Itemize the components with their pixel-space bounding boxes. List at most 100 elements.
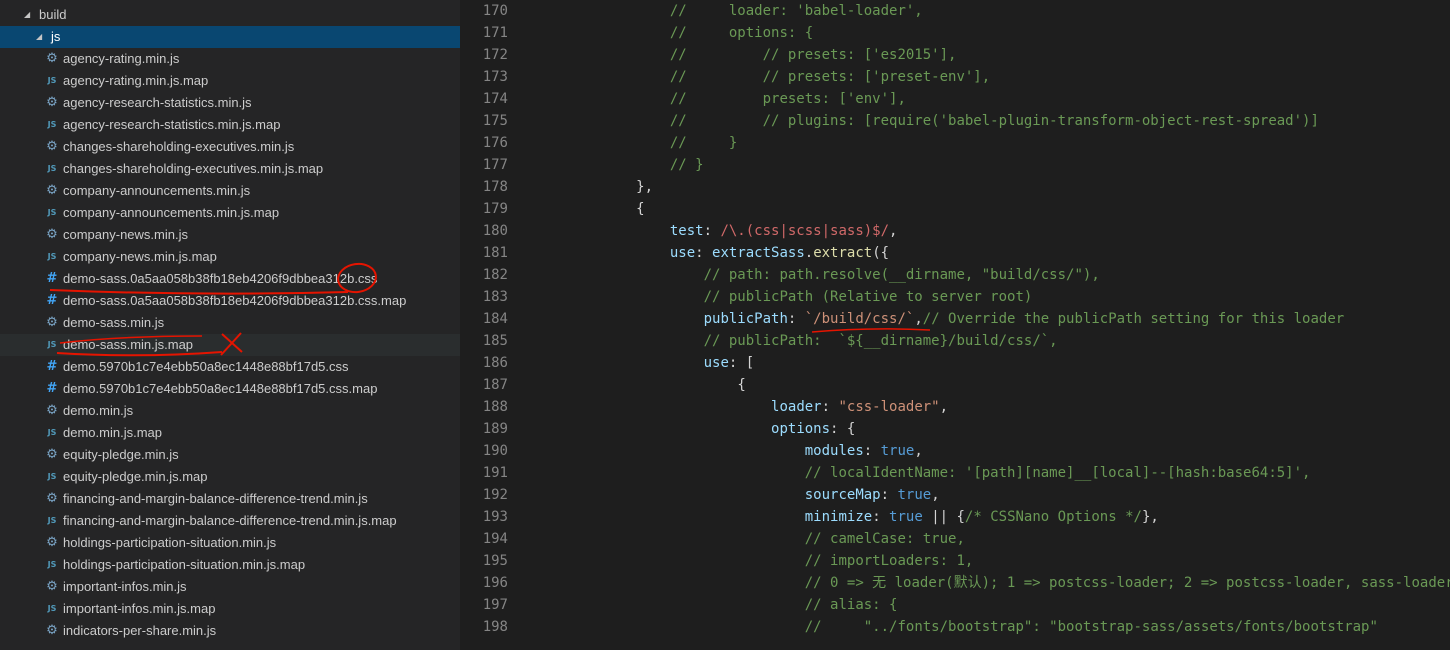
file-item[interactable]: ⚙ holdings-participation-situation.min.js (0, 532, 460, 554)
file-name: holdings-participation-situation.min.js (63, 535, 277, 550)
code-line[interactable]: 190 modules: true, (460, 440, 1450, 462)
file-item[interactable]: # demo-sass.0a5aa058b38fb18eb4206f9dbbea3… (0, 290, 460, 312)
code-line[interactable]: 197 // alias: { (460, 594, 1450, 616)
js-icon: JS (47, 76, 57, 85)
file-item[interactable]: ⚙ equity-pledge.min.js (0, 444, 460, 466)
file-item[interactable]: ⚙ demo.min.js (0, 400, 460, 422)
code-token: extractSass (712, 245, 805, 261)
gear-icon: ⚙ (46, 227, 58, 242)
file-item[interactable]: JS demo.min.js.map (0, 422, 460, 444)
code-token: // options: { (669, 25, 814, 41)
file-item[interactable]: # demo.5970b1c7e4ebb50a8ec1448e88bf17d5.c… (0, 356, 460, 378)
code-line[interactable]: 195 // importLoaders: 1, (460, 550, 1450, 572)
code-line[interactable]: 172 // // presets: ['es2015'], (460, 44, 1450, 66)
code-line[interactable]: 177 // } (460, 154, 1450, 176)
chevron-down-icon[interactable]: ◢ (36, 26, 42, 48)
code-token: { (636, 201, 645, 217)
code-text: sourceMap: true, (805, 484, 940, 506)
code-token: minimize (804, 509, 873, 525)
tree-folder-build[interactable]: ◢ build (0, 4, 460, 26)
file-item[interactable]: JS agency-research-statistics.min.js.map (0, 114, 460, 136)
file-item[interactable]: JS equity-pledge.min.js.map (0, 466, 460, 488)
code-text: loader: "css-loader", (771, 396, 948, 418)
code-line[interactable]: 185 // publicPath: `${__dirname}/build/cs… (460, 330, 1450, 352)
code-line[interactable]: 182 // path: path.resolve(__dirname, "bui… (460, 264, 1450, 286)
file-item[interactable]: # demo.5970b1c7e4ebb50a8ec1448e88bf17d5.c… (0, 378, 460, 400)
file-name: indicators-per-share.min.js (63, 623, 217, 638)
line-number: 188 (482, 399, 508, 415)
file-item[interactable]: JS holdings-participation-situation.min.j… (0, 554, 460, 576)
file-item[interactable]: ⚙ company-news.min.js (0, 224, 460, 246)
code-line[interactable]: 189 options: { (460, 418, 1450, 440)
code-line[interactable]: 179 { (460, 198, 1450, 220)
file-item[interactable]: ⚙ financing-and-margin-balance-difference… (0, 488, 460, 510)
code-text: options: { (771, 418, 855, 440)
code-line[interactable]: 174 // presets: ['env'], (460, 88, 1450, 110)
file-item[interactable]: ⚙ agency-rating.min.js (0, 48, 460, 70)
line-number: 189 (482, 421, 508, 437)
code-line[interactable]: 171 // options: { (460, 22, 1450, 44)
code-line[interactable]: 183 // publicPath (Relative to server roo… (460, 286, 1450, 308)
code-line[interactable]: 180 test: /\.(css|scss|sass)$/, (460, 220, 1450, 242)
code-line[interactable]: 173 // // presets: ['preset-env'], (460, 66, 1450, 88)
code-line[interactable]: 184 publicPath: `/build/css/`,// Override… (460, 308, 1450, 330)
file-item[interactable]: ⚙ indicators-per-share.min.js (0, 620, 460, 642)
file-item[interactable]: ⚙ important-infos.min.js (0, 576, 460, 598)
line-number: 173 (482, 69, 508, 85)
file-item[interactable]: JS agency-rating.min.js.map (0, 70, 460, 92)
code-line[interactable]: 196 // 0 => 无 loader(默认); 1 => postcss-lo… (460, 572, 1450, 594)
code-line[interactable]: 191 // localIdentName: '[path][name]__[lo… (460, 462, 1450, 484)
code-token: `/build/css/` (804, 311, 915, 327)
file-item[interactable]: JS company-news.min.js.map (0, 246, 460, 268)
file-name: changes-shareholding-executives.min.js (63, 139, 295, 154)
code-token: : (872, 509, 890, 525)
file-item[interactable]: JS financing-and-margin-balance-differenc… (0, 510, 460, 532)
code-token: // } (669, 135, 738, 151)
code-text: // localIdentName: '[path][name]__[local… (805, 462, 1311, 484)
file-item[interactable]: JS important-infos.min.js.map (0, 598, 460, 620)
code-line[interactable]: 186 use: [ (460, 352, 1450, 374)
file-item[interactable]: ⚙ company-announcements.min.js (0, 180, 460, 202)
chevron-down-icon[interactable]: ◢ (24, 4, 30, 26)
code-line[interactable]: 175 // // plugins: [require('babel-plugin… (460, 110, 1450, 132)
js-icon: JS (47, 428, 57, 437)
code-editor[interactable]: 170 // loader: 'babel-loader', 171 // optio… (460, 0, 1450, 650)
file-item[interactable]: JS changes-shareholding-executives.min.js… (0, 158, 460, 180)
code-line[interactable]: 181 use: extractSass.extract({ (460, 242, 1450, 264)
code-token: publicPath (703, 311, 788, 327)
code-text: test: /\.(css|scss|sass)$/, (670, 220, 898, 242)
code-token: ({ (872, 245, 890, 261)
gear-icon: ⚙ (46, 535, 58, 550)
file-name: demo.min.js (63, 403, 134, 418)
file-item[interactable]: ⚙ changes-shareholding-executives.min.js (0, 136, 460, 158)
code-token: }, (636, 179, 654, 195)
file-name: changes-shareholding-executives.min.js.m… (63, 161, 324, 176)
file-item[interactable]: ⚙ demo-sass.min.js (0, 312, 460, 334)
line-number: 190 (482, 443, 508, 459)
code-line[interactable]: 170 // loader: 'babel-loader', (460, 0, 1450, 22)
file-item[interactable]: ⚙ agency-research-statistics.min.js (0, 92, 460, 114)
gear-icon: ⚙ (46, 183, 58, 198)
file-item[interactable]: # demo-sass.0a5aa058b38fb18eb4206f9dbbea3… (0, 268, 460, 290)
code-text: // loader: 'babel-loader', (670, 0, 923, 22)
code-line[interactable]: 193 minimize: true || {/* CSSNano Options… (460, 506, 1450, 528)
code-line[interactable]: 188 loader: "css-loader", (460, 396, 1450, 418)
file-item[interactable]: JS company-announcements.min.js.map (0, 202, 460, 224)
code-line[interactable]: 194 // camelCase: true, (460, 528, 1450, 550)
line-number: 175 (482, 113, 508, 129)
code-token: options (771, 421, 831, 437)
gear-icon: ⚙ (46, 623, 58, 638)
js-icon: JS (47, 208, 57, 217)
code-token: use (703, 355, 729, 371)
file-item[interactable]: JS demo-sass.min.js.map (0, 334, 460, 356)
code-line[interactable]: 198 // "../fonts/bootstrap": "bootstrap-s… (460, 616, 1450, 638)
code-token: , (914, 311, 923, 327)
code-token: , (914, 443, 923, 459)
code-line[interactable]: 192 sourceMap: true, (460, 484, 1450, 506)
code-token: : { (830, 421, 856, 437)
code-line[interactable]: 176 // } (460, 132, 1450, 154)
code-line[interactable]: 187 { (460, 374, 1450, 396)
code-text: modules: true, (805, 440, 923, 462)
tree-folder-js[interactable]: ◢ js (0, 26, 460, 48)
code-line[interactable]: 178}, (460, 176, 1450, 198)
